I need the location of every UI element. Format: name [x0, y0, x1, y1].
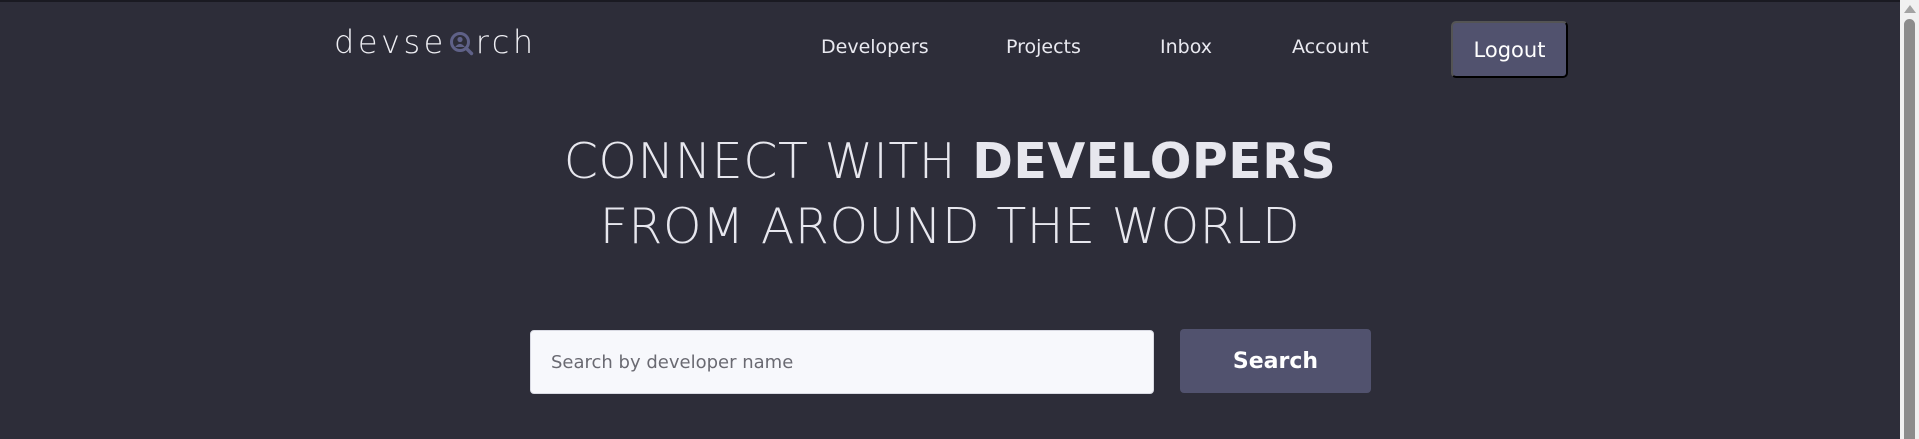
search-input[interactable]: [530, 330, 1154, 394]
page: devse rch Developers Projects Inbox Acco…: [0, 0, 1919, 439]
scrollbar-thumb[interactable]: [1904, 19, 1915, 439]
vertical-scrollbar[interactable]: [1900, 0, 1919, 439]
nav-account[interactable]: Account: [1292, 36, 1369, 58]
logo-text-suffix: rch: [475, 23, 537, 61]
logo[interactable]: devse rch: [334, 22, 537, 62]
nav-projects[interactable]: Projects: [1006, 36, 1081, 58]
hero-title-line2: FROM AROUND THE WORLD: [599, 198, 1301, 255]
hero-title-bold: DEVELOPERS: [972, 133, 1337, 190]
hero-title-light: CONNECT WITH: [563, 133, 973, 190]
hero-title-line1: CONNECT WITH DEVELOPERS: [0, 133, 1900, 190]
logo-text-prefix: devse: [334, 23, 447, 61]
nav-developers[interactable]: Developers: [821, 36, 929, 58]
scroll-up-arrow-icon[interactable]: [1904, 5, 1916, 13]
search-button[interactable]: Search: [1180, 329, 1371, 393]
nav-inbox[interactable]: Inbox: [1160, 36, 1212, 58]
logout-button[interactable]: Logout: [1451, 21, 1568, 78]
magnifier-user-icon: [449, 32, 473, 56]
top-border: [0, 0, 1900, 2]
